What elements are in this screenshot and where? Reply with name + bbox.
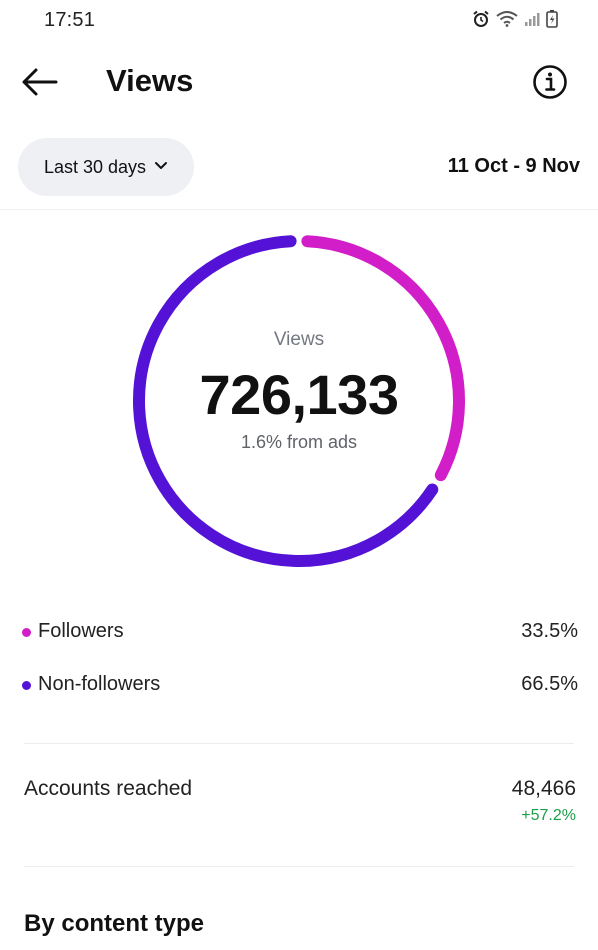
legend-value: 33.5% (521, 620, 578, 642)
chevron-down-icon (154, 158, 168, 176)
accounts-reached-row[interactable]: Accounts reached 48,466 +57.2% (24, 776, 576, 832)
divider (24, 743, 574, 744)
status-time: 17:51 (44, 9, 96, 31)
legend-dot-followers (22, 628, 31, 637)
date-range-dropdown[interactable]: Last 30 days (18, 138, 194, 196)
views-donut-chart: Views 726,133 1.6% from ads (124, 226, 474, 576)
arrow-left-icon (20, 68, 60, 104)
legend-dot-non-followers (22, 681, 31, 690)
header: Views (0, 50, 598, 114)
legend-value: 66.5% (521, 673, 578, 695)
legend-label: Non-followers (38, 673, 161, 695)
views-total: 726,133 (199, 363, 399, 426)
views-insights-screen: 17:51 Views Last 30 days 11 Oct - 9 Nov … (0, 0, 598, 950)
content-type-section-title: By content type (24, 910, 205, 937)
status-bar: 17:51 (0, 0, 598, 40)
accounts-reached-value: 48,466 (511, 777, 576, 800)
back-button[interactable] (20, 64, 60, 100)
divider (0, 209, 598, 210)
date-range-text: 11 Oct - 9 Nov (447, 155, 580, 177)
accounts-reached-change: +57.2% (521, 807, 576, 824)
signal-icon (524, 11, 540, 27)
page-title: Views (106, 63, 194, 98)
wifi-icon (496, 11, 518, 27)
accounts-reached-label: Accounts reached (24, 777, 193, 800)
battery-icon (546, 10, 558, 28)
date-range-dropdown-label: Last 30 days (43, 156, 147, 177)
ads-note: 1.6% from ads (240, 432, 358, 452)
legend-label: Followers (38, 620, 124, 642)
info-button[interactable] (532, 64, 568, 100)
divider (24, 866, 574, 867)
alarm-icon (472, 10, 490, 28)
donut-center: Views 726,133 1.6% from ads (124, 226, 474, 576)
legend-row-non-followers: Non-followers 66.5% (22, 671, 578, 701)
status-icons (472, 10, 558, 28)
info-icon (532, 65, 568, 104)
legend-row-followers: Followers 33.5% (22, 618, 578, 648)
views-label: Views (273, 329, 325, 350)
